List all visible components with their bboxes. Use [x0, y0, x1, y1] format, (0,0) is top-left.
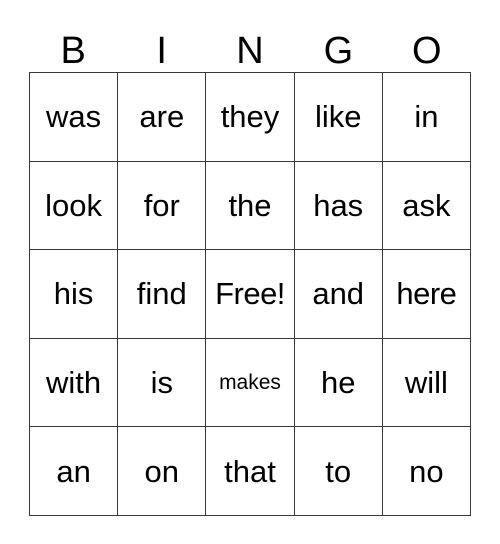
bingo-header-letter-b: B: [60, 30, 86, 72]
bingo-cell-label: here: [396, 276, 457, 312]
bingo-cell[interactable]: is: [118, 338, 207, 428]
bingo-header-letter-i: I: [156, 30, 167, 72]
bingo-cell[interactable]: on: [118, 427, 207, 516]
bingo-cell[interactable]: they: [206, 73, 295, 162]
bingo-card: B I N G O was are they like in look for …: [29, 20, 471, 516]
bingo-cell-label: was: [46, 99, 102, 135]
bingo-cell[interactable]: makes: [206, 338, 295, 428]
bingo-cell[interactable]: are: [118, 73, 207, 162]
bingo-cell[interactable]: look: [30, 161, 119, 251]
bingo-cell-label: find: [136, 276, 187, 312]
bingo-cell-label: look: [45, 187, 103, 223]
bingo-cell-label: has: [313, 187, 364, 223]
bingo-cell[interactable]: for: [118, 161, 207, 251]
bingo-cell-label: in: [414, 99, 439, 135]
bingo-cell[interactable]: find: [118, 250, 207, 339]
bingo-cell-label: to: [325, 453, 352, 489]
bingo-cell[interactable]: the: [206, 161, 295, 251]
bingo-cell-label: like: [314, 99, 362, 135]
bingo-header-letter-g: G: [323, 30, 354, 72]
bingo-cell[interactable]: he: [294, 338, 383, 428]
bingo-cell[interactable]: to: [294, 427, 383, 516]
bingo-cell-label: the: [228, 187, 272, 223]
bingo-cell[interactable]: will: [382, 338, 471, 428]
bingo-cell[interactable]: here: [382, 250, 471, 339]
bingo-cell-label: will: [404, 365, 448, 401]
bingo-cell[interactable]: no: [382, 427, 471, 516]
bingo-cell[interactable]: an: [30, 427, 119, 516]
bingo-cell-label: and: [312, 276, 365, 312]
bingo-cell-label: makes: [219, 371, 281, 395]
bingo-cell[interactable]: has: [294, 161, 383, 251]
bingo-cell-label: with: [46, 365, 102, 401]
bingo-cell-label: an: [56, 453, 91, 489]
bingo-cell[interactable]: ask: [382, 161, 471, 251]
bingo-cell-free-space[interactable]: Free!: [206, 250, 295, 339]
bingo-cell-label: that: [224, 453, 276, 489]
bingo-cell-label: he: [320, 365, 356, 401]
bingo-cell-label: ask: [402, 187, 451, 223]
bingo-header-row: B I N G O: [29, 20, 471, 72]
bingo-cell-label: no: [409, 453, 444, 489]
bingo-cell-label: his: [53, 276, 94, 312]
bingo-cell-label: are: [139, 99, 185, 135]
bingo-cell[interactable]: was: [30, 73, 119, 162]
bingo-grid: was are they like in look for the has as…: [29, 72, 471, 516]
bingo-cell[interactable]: like: [294, 73, 383, 162]
bingo-cell-label: is: [150, 365, 173, 401]
bingo-cell[interactable]: and: [294, 250, 383, 339]
bingo-cell-label: for: [143, 187, 180, 223]
bingo-cell[interactable]: his: [30, 250, 119, 339]
bingo-cell-label: on: [144, 453, 180, 489]
bingo-cell-label: they: [220, 99, 280, 135]
bingo-cell[interactable]: in: [382, 73, 471, 162]
bingo-header-letter-o: O: [412, 30, 442, 72]
bingo-free-space-label: Free!: [215, 276, 285, 312]
bingo-cell[interactable]: that: [206, 427, 295, 516]
bingo-cell[interactable]: with: [30, 338, 119, 428]
bingo-header-letter-n: N: [236, 30, 264, 72]
